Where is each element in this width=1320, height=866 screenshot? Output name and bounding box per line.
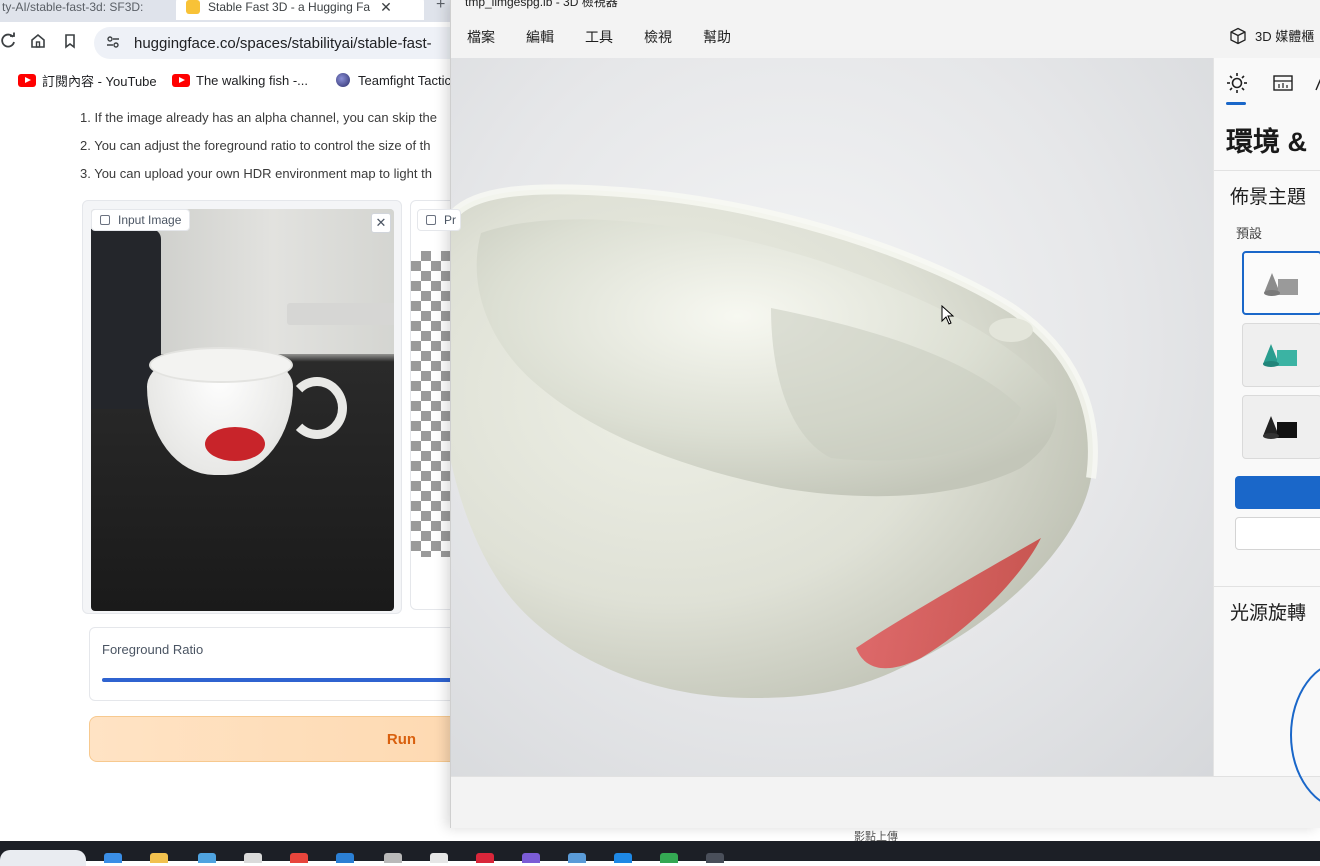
tab-label: Stable Fast 3D - a Hugging Fa [208,0,371,14]
active-tab-indicator [1226,102,1246,105]
viewer-title: tmp_ilmgespg.lb - 3D 檢視器 [465,0,618,9]
huggingface-favicon-icon [186,0,200,14]
theme-preset-dark[interactable] [1242,395,1320,459]
bookmark-walking-fish[interactable]: The walking fish -... [172,66,308,94]
clear-image-close-icon[interactable]: ✕ [371,213,391,233]
3d-library-label: 3D 媒體櫃 [1255,29,1315,44]
input-image-label-text: Input Image [118,213,182,227]
chrome-icon[interactable] [660,853,678,863]
panel-divider [1214,170,1320,171]
app-icon[interactable] [336,853,354,863]
app-icon[interactable] [384,853,402,863]
transparency-checkerboard [411,251,451,557]
processed-image-label-text: Pr [444,213,456,227]
reload-icon[interactable] [0,32,18,52]
site-settings-icon[interactable] [106,35,120,52]
viewer-status-strip [451,776,1320,828]
3d-viewer-window: tmp_ilmgespg.lb - 3D 檢視器 檔案 編輯 工具 檢視 幫助 … [450,0,1320,828]
store-icon[interactable] [198,853,216,863]
menu-edit[interactable]: 編輯 [526,27,554,47]
light-rotation-heading: 光源旋轉 [1230,603,1307,624]
dark-shapes-icon [1263,416,1297,439]
url-text: huggingface.co/spaces/stabilityai/stable… [134,34,432,52]
mouse-cursor-icon [941,305,955,325]
image-icon [426,215,436,225]
foreground-ratio-control: Foreground Ratio [89,627,469,701]
menu-file[interactable]: 檔案 [467,27,495,47]
theme-preset-default[interactable] [1242,251,1320,315]
theme-preset-teal[interactable] [1242,323,1320,387]
app-icon[interactable] [568,853,586,863]
cube-icon [1230,27,1246,44]
viewer-menubar: 檔案 編輯 工具 檢視 幫助 3D 媒體櫃 [451,16,1320,56]
panel-title: 環境 & [1226,127,1307,157]
edge-icon[interactable] [614,853,632,863]
task-view-icon[interactable] [104,853,122,863]
3d-viewport[interactable] [451,58,1213,776]
tab-sf3d-github[interactable]: ty-AI/stable-fast-3d: SF3D: [0,0,168,20]
secondary-action-button[interactable] [1235,517,1320,550]
input-photo-cup [91,209,394,611]
menu-tools[interactable]: 工具 [585,27,613,47]
bookmark-icon[interactable] [60,32,80,52]
office-icon[interactable] [290,853,308,863]
scene-theme-heading: 佈景主題 [1230,187,1307,208]
menu-view[interactable]: 檢視 [644,27,672,47]
environment-panel: 環境 & 佈景主題 預設 光源旋轉 [1213,58,1320,810]
bookmark-label: Teamfight Tactic [358,72,451,88]
tab-stable-fast-3d[interactable]: Stable Fast 3D - a Hugging Fa ✕ [176,0,424,20]
tft-icon [336,73,350,87]
animation-icon[interactable] [1314,72,1320,94]
taskbar-search-box[interactable] [0,850,86,866]
windows-taskbar [0,841,1320,866]
file-explorer-icon[interactable] [150,853,168,863]
panel-divider [1214,586,1320,587]
app-icon[interactable] [244,853,262,863]
instruction-item: 3. You can upload your own HDR environme… [80,166,432,181]
tab-label: ty-AI/stable-fast-3d: SF3D: [2,0,144,14]
instruction-item: 1. If the image already has an alpha cha… [80,110,438,125]
bookmark-label: The walking fish -... [196,72,308,88]
teal-shapes-icon [1263,344,1297,367]
app-icon[interactable] [522,853,540,863]
app-icon[interactable] [430,853,448,863]
bookmark-teamfight-tactics[interactable]: Teamfight Tactic [336,66,451,94]
foreground-ratio-label: Foreground Ratio [102,642,204,657]
cup-3d-model [451,184,1098,698]
home-icon[interactable] [28,32,48,52]
input-image-label: Input Image [91,209,191,231]
image-icon [100,215,110,225]
bookmark-youtube-subscriptions[interactable]: 訂閱內容 - YouTube [18,66,157,94]
new-tab-icon[interactable]: + [436,0,445,14]
input-image-panel[interactable]: Input Image ✕ [82,200,402,614]
3d-viewer-taskbar-icon[interactable] [706,853,724,863]
stats-grid-icon[interactable] [1272,72,1294,94]
bookmark-label: 訂閱內容 - YouTube [42,73,157,89]
instruction-item: 2. You can adjust the foreground ratio t… [80,138,431,153]
youtube-icon [18,73,36,87]
foreground-ratio-fill [102,678,462,682]
environment-sun-icon[interactable] [1226,72,1248,94]
menu-help[interactable]: 幫助 [703,27,731,47]
tab-close-icon[interactable]: ✕ [380,0,392,16]
grey-shapes-icon [1264,273,1298,296]
processed-image-label: Pr [417,209,461,231]
3d-library-button[interactable]: 3D 媒體櫃 [1229,26,1314,45]
youtube-icon [172,73,190,87]
preset-label: 預設 [1236,226,1263,241]
apply-theme-button[interactable] [1235,476,1320,509]
foreground-ratio-slider[interactable] [102,678,462,682]
address-bar[interactable]: huggingface.co/spaces/stabilityai/stable… [94,27,474,59]
app-icon[interactable] [476,853,494,863]
instructions-list: 1. If the image already has an alpha cha… [80,104,437,188]
